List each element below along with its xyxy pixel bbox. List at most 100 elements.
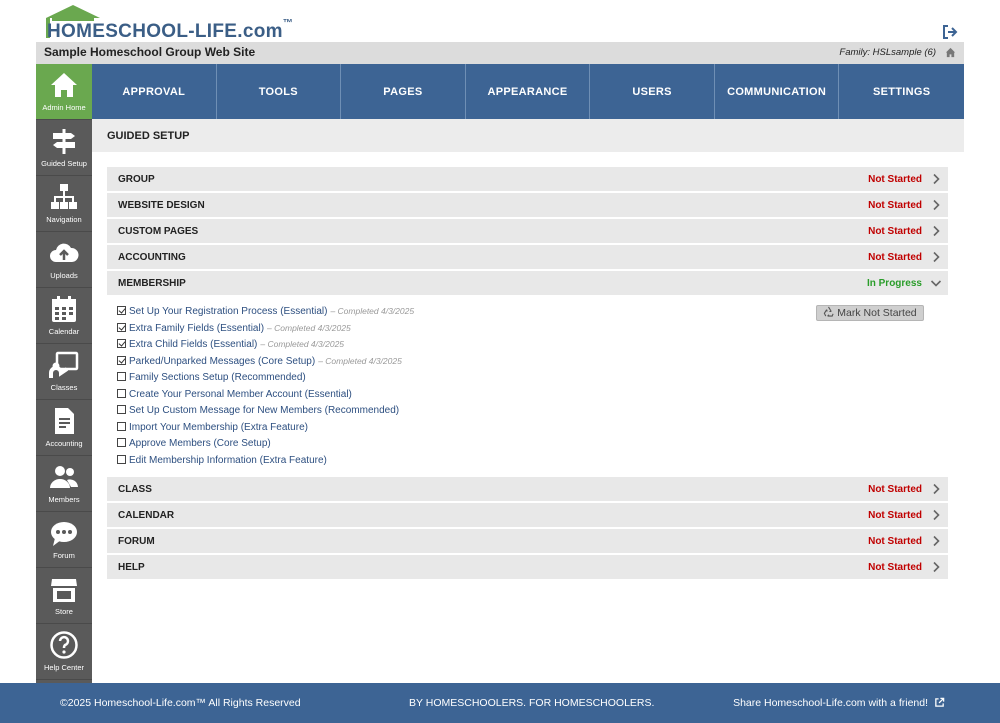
sidebar-item-admin-home[interactable]: Admin Home — [36, 64, 92, 120]
section-help[interactable]: HELP Not Started — [107, 555, 948, 580]
chalkboard-icon — [49, 351, 79, 378]
nav-communication[interactable]: COMMUNICATION — [715, 64, 840, 119]
task-checkbox[interactable] — [117, 438, 126, 447]
sidebar-item-label: Uploads — [50, 271, 78, 280]
task-checkbox[interactable] — [117, 306, 126, 315]
external-link-icon[interactable] — [934, 697, 945, 708]
task-completed-date: – Completed 4/3/2025 — [267, 322, 351, 333]
task-item[interactable]: Create Your Personal Member Account (Ess… — [117, 388, 937, 406]
sidebar-item-accounting[interactable]: Accounting — [36, 400, 92, 456]
sidebar: Admin Home Guided Setup Navigation Uploa… — [36, 64, 92, 683]
sidebar-item-label: Navigation — [46, 215, 82, 224]
store-icon — [51, 579, 77, 602]
chevron-right-icon — [933, 535, 940, 547]
task-checkbox[interactable] — [117, 372, 126, 381]
section-status: Not Started — [868, 174, 922, 185]
task-item[interactable]: Set Up Custom Message for New Members (R… — [117, 405, 937, 422]
task-item[interactable]: Approve Members (Core Setup) — [117, 438, 937, 455]
section-custom-pages[interactable]: CUSTOM PAGES Not Started — [107, 219, 948, 244]
logout-icon[interactable] — [942, 24, 958, 40]
section-name: MEMBERSHIP — [118, 278, 186, 289]
mark-not-started-button[interactable]: Mark Not Started — [816, 305, 924, 321]
section-class[interactable]: CLASS Not Started — [107, 477, 948, 502]
chevron-right-icon — [933, 173, 940, 185]
sidebar-item-calendar[interactable]: Calendar — [36, 288, 92, 344]
task-checkbox[interactable] — [117, 339, 126, 348]
task-link[interactable]: Approve Members (Core Setup) — [129, 438, 271, 449]
task-item[interactable]: Extra Family Fields (Essential) – Complet… — [117, 322, 937, 340]
task-link[interactable]: Parked/Unparked Messages (Core Setup) — [129, 356, 315, 367]
task-checkbox[interactable] — [117, 388, 126, 398]
nav-pages[interactable]: PAGES — [341, 64, 466, 119]
section-name: GROUP — [118, 174, 155, 185]
task-checkbox[interactable] — [117, 421, 126, 431]
sidebar-item-members[interactable]: Members — [36, 456, 92, 512]
nav-settings[interactable]: SETTINGS — [839, 64, 964, 119]
section-website-design[interactable]: WEBSITE DESIGN Not Started — [107, 193, 948, 218]
task-item[interactable]: Set Up Your Registration Process (Essent… — [117, 306, 937, 323]
sidebar-item-store[interactable]: Store — [36, 568, 92, 624]
sidebar-item-label: Accounting — [45, 439, 83, 448]
task-checkbox[interactable] — [117, 355, 126, 365]
site-logo[interactable]: HOMESCHOOL-LIFE.com™ — [44, 4, 293, 42]
sidebar-item-guided-setup[interactable]: Guided Setup — [36, 120, 92, 176]
nav-tools[interactable]: TOOLS — [217, 64, 342, 119]
task-link[interactable]: Edit Membership Information (Extra Featu… — [129, 455, 327, 466]
task-link[interactable]: Extra Family Fields (Essential) — [129, 323, 264, 334]
site-title-bar: Sample Homeschool Group Web Site Family:… — [36, 42, 964, 64]
task-item[interactable]: Family Sections Setup (Recommended) — [117, 372, 937, 389]
nav-appearance[interactable]: APPEARANCE — [466, 64, 591, 119]
task-link[interactable]: Import Your Membership (Extra Feature) — [129, 422, 308, 433]
guided-setup-header: GUIDED SETUP — [92, 119, 964, 152]
section-calendar[interactable]: CALENDAR Not Started — [107, 503, 948, 528]
calendar-icon — [52, 296, 76, 322]
nav-users[interactable]: USERS — [590, 64, 715, 119]
section-accounting[interactable]: ACCOUNTING Not Started — [107, 245, 948, 270]
share-link[interactable]: Share Homeschool-Life.com with a friend! — [733, 697, 928, 709]
chevron-right-icon — [933, 483, 940, 495]
task-item[interactable]: Edit Membership Information (Extra Featu… — [117, 454, 937, 472]
sidebar-item-label: Guided Setup — [41, 159, 87, 168]
section-name: CLASS — [118, 484, 152, 495]
chevron-down-icon — [930, 280, 942, 287]
footer-tagline: BY HOMESCHOOLERS. FOR HOMESCHOOLERS. — [409, 697, 655, 709]
site-title[interactable]: Sample Homeschool Group Web Site — [44, 45, 255, 59]
task-completed-date: – Completed 4/3/2025 — [330, 306, 415, 316]
task-link[interactable]: Extra Child Fields (Essential) — [129, 339, 257, 350]
footer-copyright: ©2025 Homeschool-Life.com™ All Rights Re… — [60, 697, 301, 709]
task-checkbox[interactable] — [117, 405, 126, 414]
task-item[interactable]: Extra Child Fields (Essential) – Complete… — [117, 339, 937, 356]
section-name: FORUM — [118, 536, 155, 547]
page-title: GUIDED SETUP — [107, 130, 190, 142]
task-checkbox[interactable] — [117, 454, 126, 464]
section-membership[interactable]: MEMBERSHIP In Progress — [107, 271, 948, 296]
task-checkbox[interactable] — [117, 322, 126, 332]
section-name: CUSTOM PAGES — [118, 226, 199, 237]
nav-approval[interactable]: APPROVAL — [92, 64, 217, 119]
section-status: Not Started — [868, 536, 922, 547]
sidebar-item-forum[interactable]: Forum — [36, 512, 92, 568]
task-link[interactable]: Set Up Custom Message for New Members (R… — [129, 405, 399, 416]
task-item[interactable]: Parked/Unparked Messages (Core Setup) – C… — [117, 355, 937, 373]
section-group[interactable]: GROUP Not Started — [107, 167, 948, 192]
sidebar-item-label: Members — [48, 495, 80, 504]
signpost-icon — [53, 129, 75, 154]
task-link[interactable]: Set Up Your Registration Process (Essent… — [129, 306, 327, 317]
task-link[interactable]: Create Your Personal Member Account (Ess… — [129, 389, 352, 400]
home-icon[interactable] — [945, 47, 956, 58]
top-header: HOMESCHOOL-LIFE.com™ — [0, 0, 1000, 42]
invoice-icon — [55, 408, 74, 434]
section-forum[interactable]: FORUM Not Started — [107, 529, 948, 554]
sidebar-item-navigation[interactable]: Navigation — [36, 176, 92, 232]
section-status: Not Started — [868, 484, 922, 495]
sidebar-item-label: Help Center — [43, 663, 85, 672]
section-name: HELP — [118, 562, 145, 573]
help-icon — [50, 631, 78, 659]
sidebar-item-label: Classes — [50, 383, 78, 392]
task-item[interactable]: Import Your Membership (Extra Feature) — [117, 421, 937, 439]
sidebar-item-label: Store — [55, 607, 73, 616]
task-link[interactable]: Family Sections Setup (Recommended) — [129, 372, 306, 383]
sidebar-item-uploads[interactable]: Uploads — [36, 232, 92, 288]
sidebar-item-help-center[interactable]: Help Center — [36, 624, 92, 680]
sidebar-item-classes[interactable]: Classes — [36, 344, 92, 400]
